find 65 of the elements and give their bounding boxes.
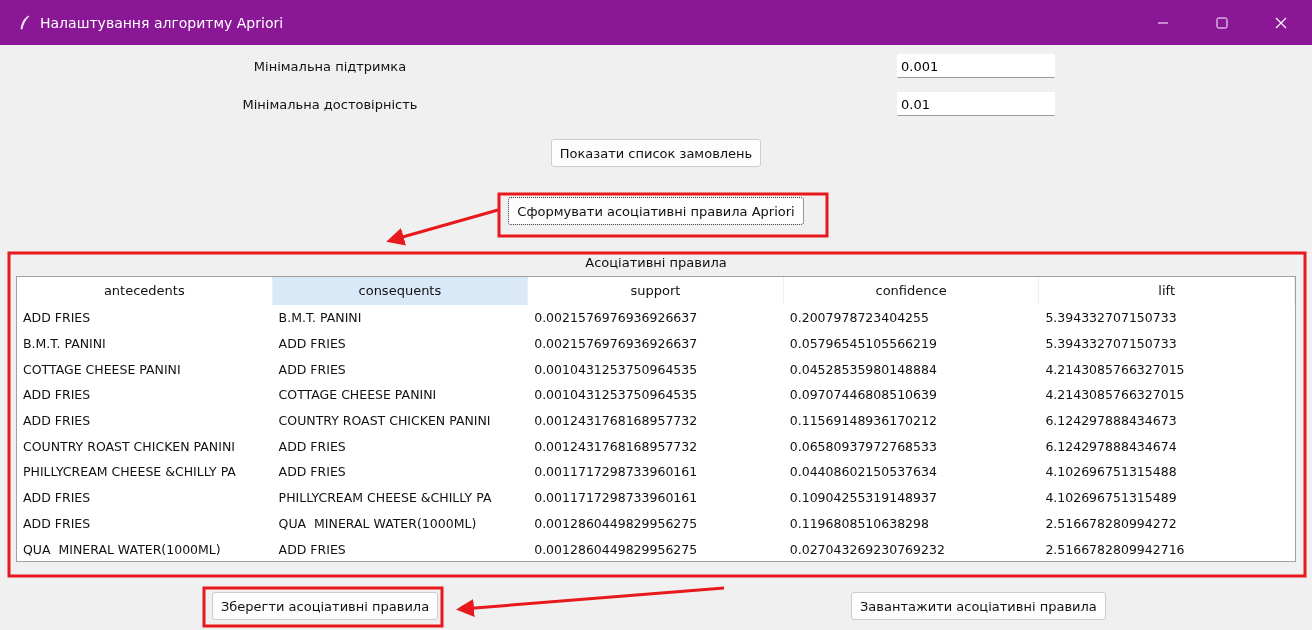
table-cell-text: ADD FRIES (22, 413, 92, 429)
table-cell-text: 4.102696751315489 (1044, 490, 1178, 506)
field-label: Мінімальна підтримка (252, 58, 408, 74)
table-cell-text: ADD FRIES (22, 490, 92, 506)
table-cell-text: ADD FRIES (277, 361, 347, 377)
table-cell-text: 0.0021576976936926637 (533, 310, 699, 326)
table-cell-text: 0.027043269230769232 (788, 541, 946, 557)
column-header[interactable]: consequents (272, 277, 529, 305)
table-cell-text: COTTAGE CHEESE PANINI (22, 361, 182, 377)
column-header[interactable]: antecedents (17, 277, 273, 305)
table-cell-text: 0.06580937972768533 (788, 438, 938, 454)
table-cell-text: 0.0011717298733960161 (533, 490, 699, 506)
table-cell-text: 0.04528535980148884 (788, 361, 938, 377)
table-cell-text: ADD FRIES (277, 438, 347, 454)
table-cell-text: ADD FRIES (22, 387, 92, 403)
table-cell-text: 2.516678280994272 (1044, 515, 1178, 531)
table-cell-text: PHILLYCREAM CHEESE &CHILLY PA (22, 464, 237, 480)
table-cell-text: 6.124297888434674 (1044, 438, 1178, 454)
input-field[interactable]: 0.001 (897, 54, 1055, 78)
table-cell-text: 4.2143085766327015 (1044, 387, 1186, 403)
table-cell-text: COTTAGE CHEESE PANINI (277, 387, 438, 403)
table-cell-text: 0.10904255319148937 (788, 490, 938, 506)
column-header[interactable]: lift (1039, 277, 1295, 305)
save-rules-button[interactable]: Зберегти асоціативні правила (212, 592, 439, 620)
table-cell-text: 0.1196808510638298 (788, 515, 930, 531)
table-cell-text: 2.5166782809942716 (1044, 541, 1186, 557)
table-cell-text: B.M.T. PANINI (22, 336, 107, 352)
window-title: Налаштування алгоритму Apriori (40, 14, 284, 31)
table-cell-text: PHILLYCREAM CHEESE &CHILLY PA (277, 490, 493, 506)
table-cell-text: 0.0012860449829956275 (533, 541, 699, 557)
table-cell-text: 0.2007978723404255 (788, 310, 930, 326)
table-cell-text: ADD FRIES (22, 310, 92, 326)
column-header[interactable]: confidence (783, 277, 1040, 305)
table-cell-text: ADD FRIES (22, 515, 92, 531)
table-title: Асоціативні правила (584, 254, 728, 272)
table-cell-text: 0.0012860449829956275 (533, 515, 699, 531)
table-cell-text: 5.394332707150733 (1044, 310, 1178, 326)
input-field[interactable]: 0.01 (897, 92, 1055, 116)
table-cell-text: 0.0010431253750964535 (533, 361, 699, 377)
show-orders-button[interactable]: Показати список замовлень (550, 139, 762, 167)
table-cell-text: COUNTRY ROAST CHICKEN PANINI (22, 438, 236, 454)
table-cell-text: 0.04408602150537634 (788, 464, 938, 480)
table-cell-text: 0.0012431768168957732 (533, 413, 699, 429)
table-cell-text: QUA MINERAL WATER(1000ML) (277, 515, 478, 531)
column-header[interactable]: support (528, 277, 784, 305)
table-cell-text: 6.124297888434673 (1044, 413, 1178, 429)
table-cell-text: 4.2143085766327015 (1044, 361, 1186, 377)
field-label: Мінімальна достовірність (241, 96, 419, 112)
table-cell-text: 0.0011717298733960161 (533, 464, 699, 480)
table-cell-text: ADD FRIES (277, 541, 347, 557)
table-cell-text: 0.0012431768168957732 (533, 438, 699, 454)
table-cell-text: 5.394332707150733 (1044, 336, 1178, 352)
table-cell-text: 0.0021576976936926637 (533, 336, 699, 352)
table-cell-text: 0.05796545105566219 (788, 336, 938, 352)
table-cell-text: QUA MINERAL WATER(1000ML) (22, 541, 222, 557)
table-cell-text: 0.11569148936170212 (788, 413, 938, 429)
table-cell-text: 4.102696751315488 (1044, 464, 1178, 480)
table-cell-text: 0.09707446808510639 (788, 387, 938, 403)
table-cell-text: COUNTRY ROAST CHICKEN PANINI (277, 413, 492, 429)
table-cell-text: ADD FRIES (277, 336, 347, 352)
table-cell-text: ADD FRIES (277, 464, 347, 480)
table-cell-text: B.M.T. PANINI (277, 310, 363, 326)
generate-rules-button[interactable]: Сформувати асоціативні правила Apriori (508, 197, 804, 225)
table-cell-text: 0.0010431253750964535 (533, 387, 699, 403)
load-rules-button[interactable]: Завантажити асоціативні правила (851, 592, 1106, 620)
